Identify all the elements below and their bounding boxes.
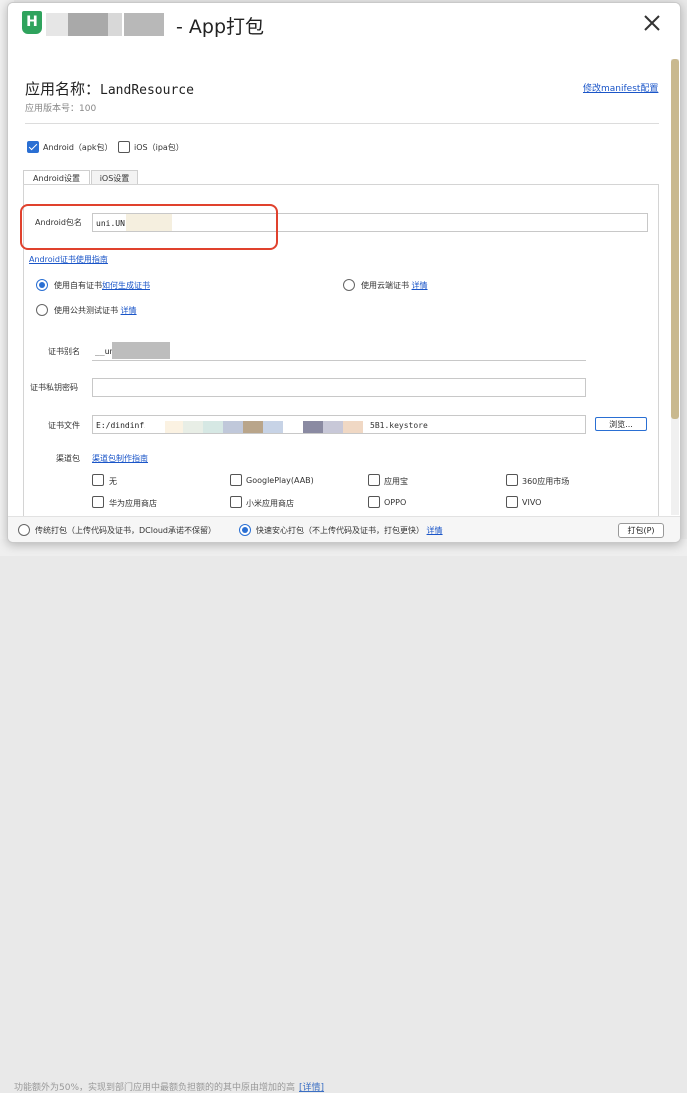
cert-password-input[interactable] (92, 378, 586, 397)
channel-label-360: 360应用市场 (522, 477, 570, 486)
hbuilderx-logo-icon: H (22, 11, 42, 34)
secure-pack-radio[interactable] (239, 524, 251, 536)
titlebar: H - App打包 (8, 3, 680, 45)
channel-label-none: 无 (109, 477, 117, 486)
channel-checkbox-googleplay[interactable] (230, 474, 242, 486)
app-name-label: 应用名称： (25, 80, 101, 98)
tab-android-settings[interactable]: Android设置 (23, 170, 90, 185)
channel-label: 渠道包 (56, 454, 80, 463)
channel-label-googleplay: GooglePlay(AAB) (246, 476, 314, 485)
close-button[interactable] (640, 11, 664, 35)
android-checkbox[interactable] (27, 141, 39, 153)
channel-label-vivo: VIVO (522, 498, 542, 507)
channel-label-yingyongbao: 应用宝 (384, 477, 408, 486)
channel-checkbox-none[interactable] (92, 474, 104, 486)
cloud-cert-detail-link[interactable]: 详情 (412, 281, 428, 290)
channel-guide-link[interactable]: 渠道包制作指南 (92, 453, 148, 464)
edit-manifest-link[interactable]: 修改manifest配置 (583, 81, 658, 94)
public-test-cert-radio[interactable] (36, 304, 48, 316)
pack-button[interactable]: 打包(P) (618, 523, 664, 538)
redacted-block (112, 342, 170, 359)
cloud-cert-label: 使用云端证书 详情 (361, 281, 428, 290)
redacted-block (145, 416, 365, 433)
cert-file-suffix: 5B1.keystore (370, 421, 428, 430)
redacted-block (124, 13, 164, 36)
public-test-cert-detail-link[interactable]: 详情 (121, 306, 137, 315)
channel-checkbox-huawei[interactable] (92, 496, 104, 508)
channel-label-huawei: 华为应用商店 (109, 499, 157, 508)
how-to-generate-cert-link[interactable]: 如何生成证书 (102, 281, 150, 290)
app-version: 应用版本号：100 (25, 104, 97, 114)
redacted-block (108, 13, 122, 36)
background-text: 功能额外为50%，实现到部门应用中最额负担额的的其中原由增加的高 [详情] (14, 1083, 325, 1093)
traditional-pack-radio[interactable] (18, 524, 30, 536)
dialog-content: 应用名称：LandResource 应用版本号：100 修改manifest配置… (8, 45, 680, 517)
app-name-value: LandResource (100, 83, 194, 98)
ios-checkbox[interactable] (118, 141, 130, 153)
ios-checkbox-label: iOS（ipa包） (134, 143, 184, 152)
background-link[interactable]: [详情] (299, 1083, 324, 1093)
dialog-title: - App打包 (176, 16, 265, 38)
channel-label-oppo: OPPO (384, 498, 407, 507)
browse-button[interactable]: 浏览... (595, 417, 647, 431)
own-cert-radio[interactable] (36, 279, 48, 291)
highlight-annotation (20, 204, 278, 250)
secure-pack-label: 快速安心打包（不上传代码及证书，打包更快） 详情 (256, 526, 443, 535)
cert-file-label: 证书文件 (48, 421, 80, 430)
public-test-cert-label: 使用公共测试证书 详情 (54, 306, 137, 315)
redacted-block (46, 13, 68, 36)
channel-checkbox-xiaomi[interactable] (230, 496, 242, 508)
channel-checkbox-360[interactable] (506, 474, 518, 486)
cert-password-label: 证书私钥密码 (30, 383, 78, 392)
redacted-block (68, 13, 108, 36)
android-cert-guide-link[interactable]: Android证书使用指南 (29, 254, 108, 265)
channel-label-xiaomi: 小米应用商店 (246, 499, 294, 508)
cloud-cert-radio[interactable] (343, 279, 355, 291)
traditional-pack-label: 传统打包（上传代码及证书，DCloud承诺不保留） (35, 526, 217, 535)
own-cert-label: 使用自有证书如何生成证书 (54, 281, 150, 290)
dialog-footer: 传统打包（上传代码及证书，DCloud承诺不保留） 快速安心打包（不上传代码及证… (8, 516, 680, 542)
app-pack-dialog: H - App打包 应用名称：LandResource 应用版本号：100 修改… (7, 2, 681, 543)
secure-pack-detail-link[interactable]: 详情 (427, 526, 443, 535)
cert-alias-label: 证书别名 (48, 347, 80, 356)
app-name-row: 应用名称：LandResource (25, 78, 194, 99)
channel-checkbox-yingyongbao[interactable] (368, 474, 380, 486)
close-icon (644, 15, 660, 31)
tab-ios-settings[interactable]: iOS设置 (91, 170, 138, 185)
scrollbar-thumb[interactable] (671, 59, 679, 419)
channel-checkbox-oppo[interactable] (368, 496, 380, 508)
channel-checkbox-vivo[interactable] (506, 496, 518, 508)
divider (25, 123, 659, 124)
android-checkbox-label: Android（apk包） (43, 143, 113, 152)
